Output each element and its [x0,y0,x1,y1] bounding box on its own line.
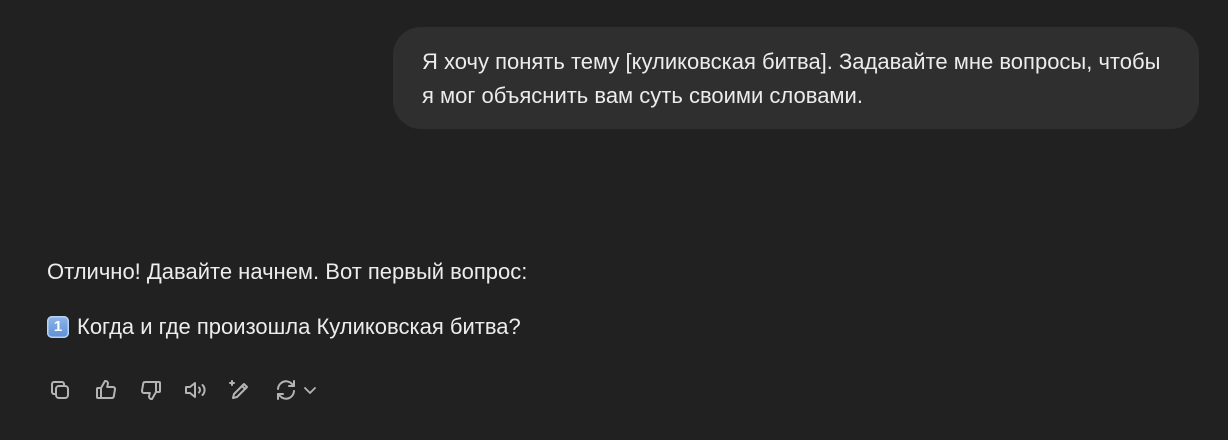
read-aloud-button[interactable] [182,377,210,403]
assistant-intro-text: Отлично! Давайте начнем. Вот первый вопр… [47,259,528,284]
edit-in-canvas-button[interactable] [227,377,253,403]
regenerate-button[interactable] [272,377,320,403]
good-response-button[interactable] [93,377,119,403]
chevron-down-icon [304,387,316,394]
bad-response-button[interactable] [138,377,164,403]
keycap-number-icon: 1 [47,316,69,338]
edit-icon [229,380,248,399]
assistant-question-line: 1 Когда и где произошла Куликовская битв… [47,312,521,342]
assistant-question-text: Когда и где произошла Куликовская битва? [77,314,521,339]
copy-icon [51,381,69,399]
copy-button[interactable] [47,377,73,403]
thumbs-up-icon [96,379,116,399]
thumbs-down-icon [141,381,161,401]
user-message-text: Я хочу понять тему [куликовская битва]. … [422,49,1161,108]
regenerate-icon [277,380,295,400]
read-aloud-icon [185,382,206,398]
user-message-bubble: Я хочу понять тему [куликовская битва]. … [393,27,1199,129]
